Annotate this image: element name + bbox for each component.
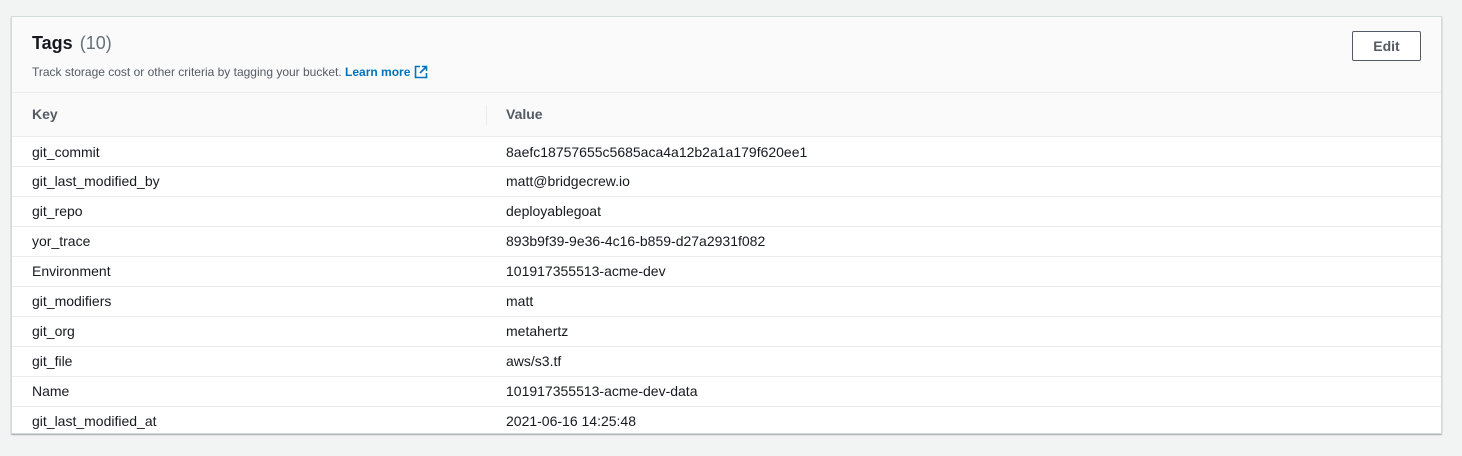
tag-key: git_file bbox=[32, 353, 73, 369]
tag-value: 101917355513-acme-dev-data bbox=[506, 383, 698, 399]
tags-panel: Tags (10) Track storage cost or other cr… bbox=[11, 16, 1442, 434]
tag-key: git_org bbox=[32, 323, 75, 339]
external-link-icon bbox=[414, 65, 428, 79]
learn-more-link[interactable]: Learn more bbox=[345, 65, 428, 79]
tags-panel-header: Tags (10) Track storage cost or other cr… bbox=[12, 17, 1441, 93]
tag-key: git_repo bbox=[32, 203, 83, 219]
table-row: git_repo deployablegoat bbox=[12, 196, 1441, 226]
tag-key: yor_trace bbox=[32, 233, 91, 249]
tag-count: (10) bbox=[79, 33, 112, 53]
panel-title: Tags (10) bbox=[32, 31, 112, 55]
tag-key: git_commit bbox=[32, 144, 100, 160]
tags-table: Key Value git_commit 8aefc18757655c5685a… bbox=[12, 93, 1441, 436]
tag-key: Name bbox=[32, 383, 70, 399]
tag-value: deployablegoat bbox=[506, 203, 601, 219]
table-row: git_commit 8aefc18757655c5685aca4a12b2a1… bbox=[12, 136, 1441, 166]
tag-value: matt bbox=[506, 293, 534, 309]
table-row: Environment 101917355513-acme-dev bbox=[12, 256, 1441, 286]
panel-description: Track storage cost or other criteria by … bbox=[32, 64, 428, 80]
tag-key: git_last_modified_at bbox=[32, 413, 157, 430]
tag-value: 8aefc18757655c5685aca4a12b2a1a179f620ee1 bbox=[506, 144, 808, 160]
column-header-key[interactable]: Key bbox=[12, 93, 486, 136]
table-row: Name 101917355513-acme-dev-data bbox=[12, 376, 1441, 406]
table-row: yor_trace 893b9f39-9e36-4c16-b859-d27a29… bbox=[12, 226, 1441, 256]
table-row: git_file aws/s3.tf bbox=[12, 346, 1441, 376]
edit-button[interactable]: Edit bbox=[1352, 31, 1421, 61]
tag-value: 2021-06-16 14:25:48 bbox=[506, 413, 636, 430]
tag-value: matt@bridgecrew.io bbox=[506, 173, 630, 189]
tag-key: git_last_modified_by bbox=[32, 173, 160, 189]
table-row: git_org metahertz bbox=[12, 316, 1441, 346]
tag-value: 893b9f39-9e36-4c16-b859-d27a2931f082 bbox=[506, 233, 766, 249]
tag-value: aws/s3.tf bbox=[506, 353, 562, 369]
column-header-value[interactable]: Value bbox=[486, 93, 1441, 136]
tag-value: metahertz bbox=[506, 323, 569, 339]
tag-key: Environment bbox=[32, 263, 111, 279]
table-header-row: Key Value bbox=[12, 93, 1441, 136]
tag-key: git_modifiers bbox=[32, 293, 112, 309]
panel-title-text: Tags bbox=[32, 33, 73, 53]
tag-value: 101917355513-acme-dev bbox=[506, 263, 666, 279]
panel-description-text: Track storage cost or other criteria by … bbox=[32, 65, 342, 79]
table-row: git_last_modified_by matt@bridgecrew.io bbox=[12, 166, 1441, 196]
table-row: git_modifiers matt bbox=[12, 286, 1441, 316]
learn-more-label: Learn more bbox=[345, 65, 411, 79]
table-row: git_last_modified_at 2021-06-16 14:25:48 bbox=[12, 406, 1441, 436]
